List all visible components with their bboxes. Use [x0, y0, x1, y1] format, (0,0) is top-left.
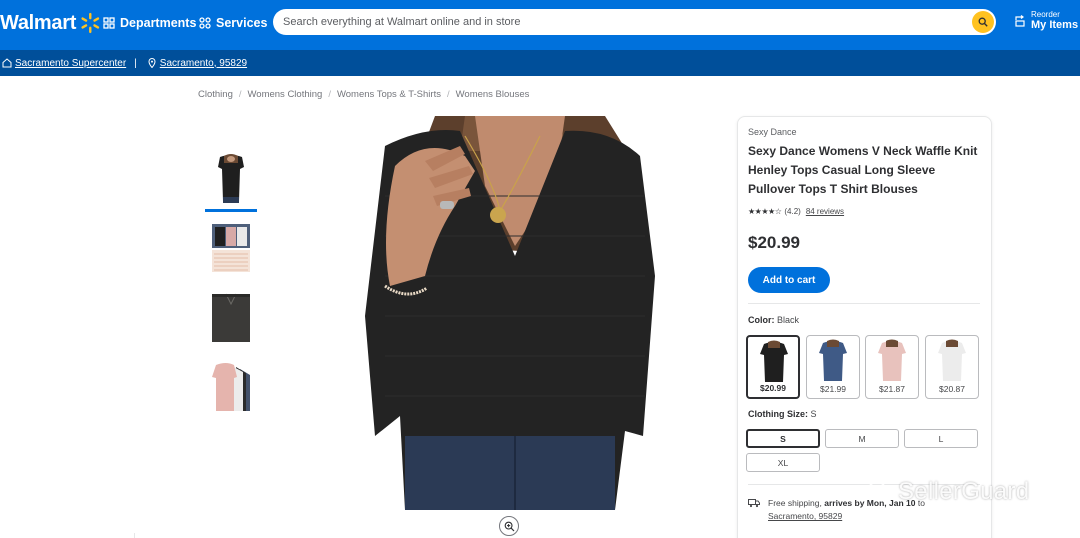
departments-label: Departments — [120, 16, 197, 30]
zoom-button[interactable] — [499, 516, 519, 536]
reviews-link[interactable]: 84 reviews — [806, 207, 844, 216]
breadcrumb-item-womens-tops[interactable]: Womens Tops & T-Shirts — [337, 89, 441, 100]
location-selector[interactable]: Sacramento, 95829 — [147, 58, 247, 69]
breadcrumb: Clothing / Womens Clothing / Womens Tops… — [198, 89, 529, 100]
thumbnail-image — [210, 222, 252, 274]
search-input[interactable]: Search everything at Walmart online and … — [283, 16, 520, 28]
product-price: $20.99 — [748, 233, 800, 252]
services-label: Services — [216, 16, 268, 30]
location-text[interactable]: Sacramento, 95829 — [160, 58, 247, 69]
store-icon — [2, 58, 12, 68]
size-option-xl[interactable]: XL — [746, 453, 820, 472]
store-name[interactable]: Sacramento Supercenter — [15, 58, 126, 69]
size-label: Clothing Size: S — [748, 409, 817, 419]
breadcrumb-item-clothing[interactable]: Clothing — [198, 89, 233, 100]
swatch-image — [874, 339, 910, 381]
services-grid-icon — [199, 17, 211, 29]
sellerguard-watermark: SellerGuard — [866, 478, 1029, 506]
chat-bubbles-icon — [867, 481, 894, 502]
size-label-key: Clothing Size: — [748, 409, 808, 419]
departments-button[interactable]: Departments — [103, 12, 196, 34]
watermark-text: SellerGuard — [898, 478, 1030, 505]
divider — [748, 303, 980, 304]
breadcrumb-separator: / — [328, 89, 331, 100]
services-button[interactable]: Services — [199, 12, 267, 34]
add-to-cart-button[interactable]: Add to cart — [748, 267, 830, 293]
buy-box: Sexy Dance Sexy Dance Womens V Neck Waff… — [737, 116, 992, 538]
search-button[interactable] — [972, 11, 994, 33]
size-option-l[interactable]: L — [904, 429, 978, 448]
rating-stars-icon: ★★★★☆ — [748, 207, 782, 216]
size-option-m[interactable]: M — [825, 429, 899, 448]
store-bar: Sacramento Supercenter | Sacramento, 958… — [0, 50, 1080, 76]
walmart-logo[interactable]: Walmart — [0, 10, 101, 36]
swatch-image — [934, 339, 970, 381]
arrives-label: arrives by — [824, 498, 865, 508]
grid-icon — [103, 17, 115, 29]
size-label-value: S — [810, 409, 817, 419]
rating-value: (4.2) — [784, 207, 801, 216]
color-label-value: Black — [777, 315, 800, 325]
reorder-icon — [1015, 14, 1025, 27]
main-product-image[interactable] — [365, 116, 655, 510]
breadcrumb-item-womens-clothing[interactable]: Womens Clothing — [248, 89, 323, 100]
search-icon — [978, 17, 988, 27]
product-title: Sexy Dance Womens V Neck Waffle Knit Hen… — [748, 144, 978, 196]
divider — [134, 533, 135, 538]
my-items-label: My Items — [1031, 19, 1079, 31]
shipping-text: Free shipping, — [768, 498, 822, 508]
color-swatch-black[interactable]: $20.99 — [746, 335, 800, 399]
store-selector[interactable]: Sacramento Supercenter — [2, 58, 126, 69]
color-label-key: Color: — [748, 315, 775, 325]
breadcrumb-separator: / — [446, 89, 450, 100]
thumbnail-pink-top-variants[interactable] — [210, 361, 252, 413]
thumbnail-active-indicator — [205, 209, 257, 212]
location-pin-icon — [148, 58, 156, 68]
thumbnail-black-top-flat[interactable] — [210, 292, 252, 344]
truck-icon — [748, 499, 760, 508]
thumbnail-black-top-front[interactable] — [210, 153, 252, 205]
thumbnail-size-chart[interactable] — [210, 222, 252, 274]
spark-icon — [81, 12, 100, 34]
shipping-location-link[interactable]: Sacramento, 95829 — [768, 511, 842, 521]
swatch-price: $21.87 — [879, 384, 905, 394]
search-bar[interactable]: Search everything at Walmart online and … — [273, 9, 996, 35]
store-separator: | — [134, 57, 137, 69]
zoom-in-icon — [504, 521, 514, 531]
reorder-label: Reorder — [1031, 10, 1060, 19]
thumbnail-image — [210, 153, 252, 205]
reorder-my-items[interactable]: Reorder My Items — [1014, 10, 1078, 31]
color-swatch-white[interactable]: $20.87 — [925, 335, 979, 399]
product-rating: ★★★★☆ (4.2) 84 reviews — [748, 207, 844, 216]
thumbnail-image — [210, 292, 252, 344]
swatch-price: $20.99 — [760, 383, 786, 393]
swatch-price: $20.87 — [939, 384, 965, 394]
size-option-s[interactable]: S — [746, 429, 820, 448]
swatch-price: $21.99 — [820, 384, 846, 394]
top-header: Walmart Departments Services Search ever… — [0, 0, 1080, 50]
color-swatch-pink[interactable]: $21.87 — [865, 335, 919, 399]
product-brand[interactable]: Sexy Dance — [748, 127, 797, 137]
thumbnail-image — [210, 361, 252, 413]
color-swatch-blue[interactable]: $21.99 — [806, 335, 860, 399]
logo-text: Walmart — [0, 11, 77, 34]
breadcrumb-item-womens-blouses[interactable]: Womens Blouses — [456, 89, 530, 100]
swatch-image — [756, 340, 792, 382]
swatch-image — [815, 339, 851, 381]
breadcrumb-separator: / — [238, 89, 242, 100]
color-label: Color: Black — [748, 315, 799, 325]
